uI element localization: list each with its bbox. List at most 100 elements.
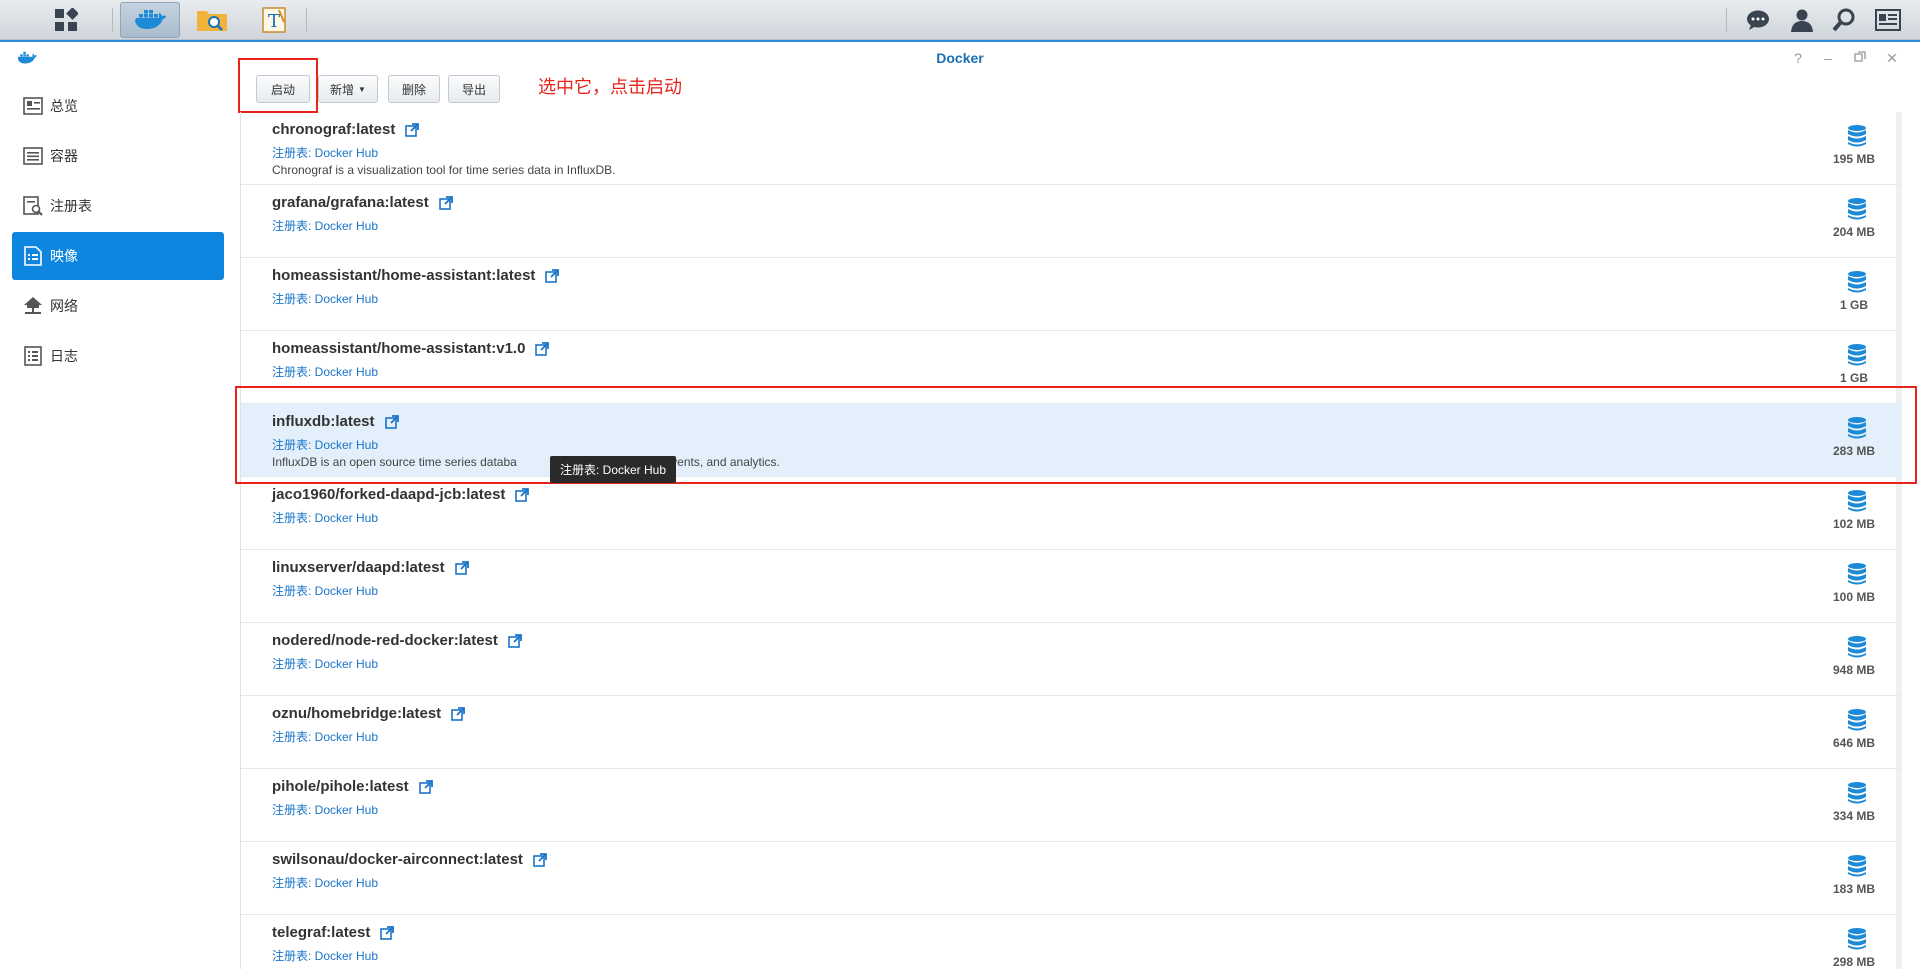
registry-link[interactable]: 注册表: Docker Hub xyxy=(272,290,378,307)
search-icon xyxy=(1832,8,1855,32)
image-name: homeassistant/home-assistant:v1.0 xyxy=(272,340,550,357)
image-row[interactable]: grafana/grafana:latest 注册表: Docker Hub 2… xyxy=(241,185,1901,258)
registry-link[interactable]: 注册表: Docker Hub xyxy=(272,655,378,672)
container-icon xyxy=(22,146,44,166)
image-size: 948 MB xyxy=(1832,663,1876,677)
image-list: chronograf:latest 注册表: Docker Hub Chrono… xyxy=(240,112,1904,969)
restore-icon[interactable] xyxy=(1850,50,1870,66)
export-button[interactable]: 导出 xyxy=(448,75,500,103)
sidebar-item-overview[interactable]: 总览 xyxy=(12,82,224,130)
caret-down-icon: ▼ xyxy=(358,84,366,94)
database-icon xyxy=(1848,709,1866,731)
user-button[interactable] xyxy=(1784,5,1820,35)
grid-icon xyxy=(55,8,78,31)
sidebar-item-registry[interactable]: 注册表 xyxy=(12,182,224,230)
image-row[interactable]: homeassistant/home-assistant:latest 注册表:… xyxy=(241,258,1901,331)
image-row[interactable]: nodered/node-red-docker:latest 注册表: Dock… xyxy=(241,623,1901,696)
registry-link[interactable]: 注册表: Docker Hub xyxy=(272,144,378,161)
help-icon[interactable]: ? xyxy=(1788,50,1808,66)
external-link-icon[interactable] xyxy=(438,195,453,210)
sidebar-item-network[interactable]: 网络 xyxy=(12,282,224,330)
image-name: grafana/grafana:latest xyxy=(272,194,453,211)
registry-link[interactable]: 注册表: Docker Hub xyxy=(272,363,378,380)
registry-link[interactable]: 注册表: Docker Hub xyxy=(272,582,378,599)
image-row[interactable]: pihole/pihole:latest 注册表: Docker Hub 334… xyxy=(241,769,1901,842)
minimize-icon[interactable]: – xyxy=(1818,50,1838,66)
image-row[interactable]: telegraf:latest 注册表: Docker Hub 298 MB xyxy=(241,915,1901,969)
external-link-icon[interactable] xyxy=(545,268,560,283)
image-size: 204 MB xyxy=(1832,225,1876,239)
close-icon[interactable]: ✕ xyxy=(1882,50,1902,67)
annotation-box-selected-row xyxy=(235,386,1917,484)
image-size: 183 MB xyxy=(1832,882,1876,896)
image-size: 334 MB xyxy=(1832,809,1876,823)
registry-link[interactable]: 注册表: Docker Hub xyxy=(272,217,378,234)
external-link-icon[interactable] xyxy=(515,487,530,502)
sidebar-item-container[interactable]: 容器 xyxy=(12,132,224,180)
annotation-box-launch xyxy=(238,58,318,113)
image-icon xyxy=(22,246,44,266)
widgets-button[interactable] xyxy=(1870,5,1906,35)
registry-link[interactable]: 注册表: Docker Hub xyxy=(272,874,378,891)
text-editor-icon: T xyxy=(262,7,286,33)
image-name: nodered/node-red-docker:latest xyxy=(272,632,522,649)
external-link-icon[interactable] xyxy=(533,852,547,867)
image-name: swilsonau/docker-airconnect:latest xyxy=(272,851,547,868)
main-menu-button[interactable] xyxy=(36,2,96,38)
external-link-icon[interactable] xyxy=(508,633,522,648)
sidebar: 总览 容器 注册表 映像 网络 日志 xyxy=(0,74,236,969)
annotation-text: 选中它，点击启动 xyxy=(538,77,682,97)
image-name: linuxserver/daapd:latest xyxy=(272,559,469,576)
taskbar-separator xyxy=(1726,8,1727,32)
image-row[interactable]: linuxserver/daapd:latest 注册表: Docker Hub… xyxy=(241,550,1901,623)
widgets-icon xyxy=(1875,9,1901,31)
registry-link[interactable]: 注册表: Docker Hub xyxy=(272,509,378,526)
image-row[interactable]: chronograf:latest 注册表: Docker Hub Chrono… xyxy=(241,112,1901,185)
text-editor-button[interactable]: T xyxy=(244,2,304,38)
search-button[interactable] xyxy=(1826,5,1862,35)
registry-icon xyxy=(22,196,44,216)
delete-button[interactable]: 删除 xyxy=(388,75,440,103)
image-name: oznu/homebridge:latest xyxy=(272,705,466,722)
external-link-icon[interactable] xyxy=(405,122,420,137)
database-icon xyxy=(1848,636,1866,658)
overview-icon xyxy=(22,96,44,116)
image-size: 195 MB xyxy=(1832,152,1876,166)
chat-button[interactable] xyxy=(1740,5,1776,35)
image-description: Chronograf is a visualization tool for t… xyxy=(272,163,616,177)
external-link-icon[interactable] xyxy=(535,341,550,356)
registry-link[interactable]: 注册表: Docker Hub xyxy=(272,728,378,745)
image-size: 102 MB xyxy=(1832,517,1876,531)
external-link-icon[interactable] xyxy=(454,560,469,575)
external-link-icon[interactable] xyxy=(418,779,433,794)
file-station-button[interactable] xyxy=(182,2,242,38)
registry-link[interactable]: 注册表: Docker Hub xyxy=(272,947,378,964)
image-size: 298 MB xyxy=(1832,955,1876,969)
add-dropdown-button[interactable]: 新增 ▼ xyxy=(318,75,378,103)
database-icon xyxy=(1848,782,1866,804)
chat-icon xyxy=(1747,10,1769,30)
external-link-icon[interactable] xyxy=(380,925,395,940)
sidebar-item-image[interactable]: 映像 xyxy=(12,232,224,280)
database-icon xyxy=(1848,125,1866,147)
database-icon xyxy=(1848,563,1866,585)
sidebar-item-label: 网络 xyxy=(50,298,78,314)
image-row[interactable]: jaco1960/forked-daapd-jcb:latest 注册表: Do… xyxy=(241,477,1901,550)
external-link-icon[interactable] xyxy=(451,706,466,721)
log-icon xyxy=(22,346,44,366)
database-icon xyxy=(1848,928,1866,950)
sidebar-item-label: 容器 xyxy=(50,148,78,164)
registry-link[interactable]: 注册表: Docker Hub xyxy=(272,801,378,818)
docker-app-button[interactable] xyxy=(120,2,180,38)
database-icon xyxy=(1848,271,1866,293)
sidebar-item-label: 注册表 xyxy=(50,198,92,214)
image-name: jaco1960/forked-daapd-jcb:latest xyxy=(272,486,530,503)
database-icon xyxy=(1848,198,1866,220)
sidebar-item-log[interactable]: 日志 xyxy=(12,332,224,380)
sidebar-item-label: 总览 xyxy=(50,98,78,114)
image-name: telegraf:latest xyxy=(272,924,395,941)
sidebar-item-label: 日志 xyxy=(50,348,78,364)
image-row[interactable]: swilsonau/docker-airconnect:latest 注册表: … xyxy=(241,842,1901,915)
add-button-label: 新增 xyxy=(330,82,355,97)
image-row[interactable]: oznu/homebridge:latest 注册表: Docker Hub 6… xyxy=(241,696,1901,769)
